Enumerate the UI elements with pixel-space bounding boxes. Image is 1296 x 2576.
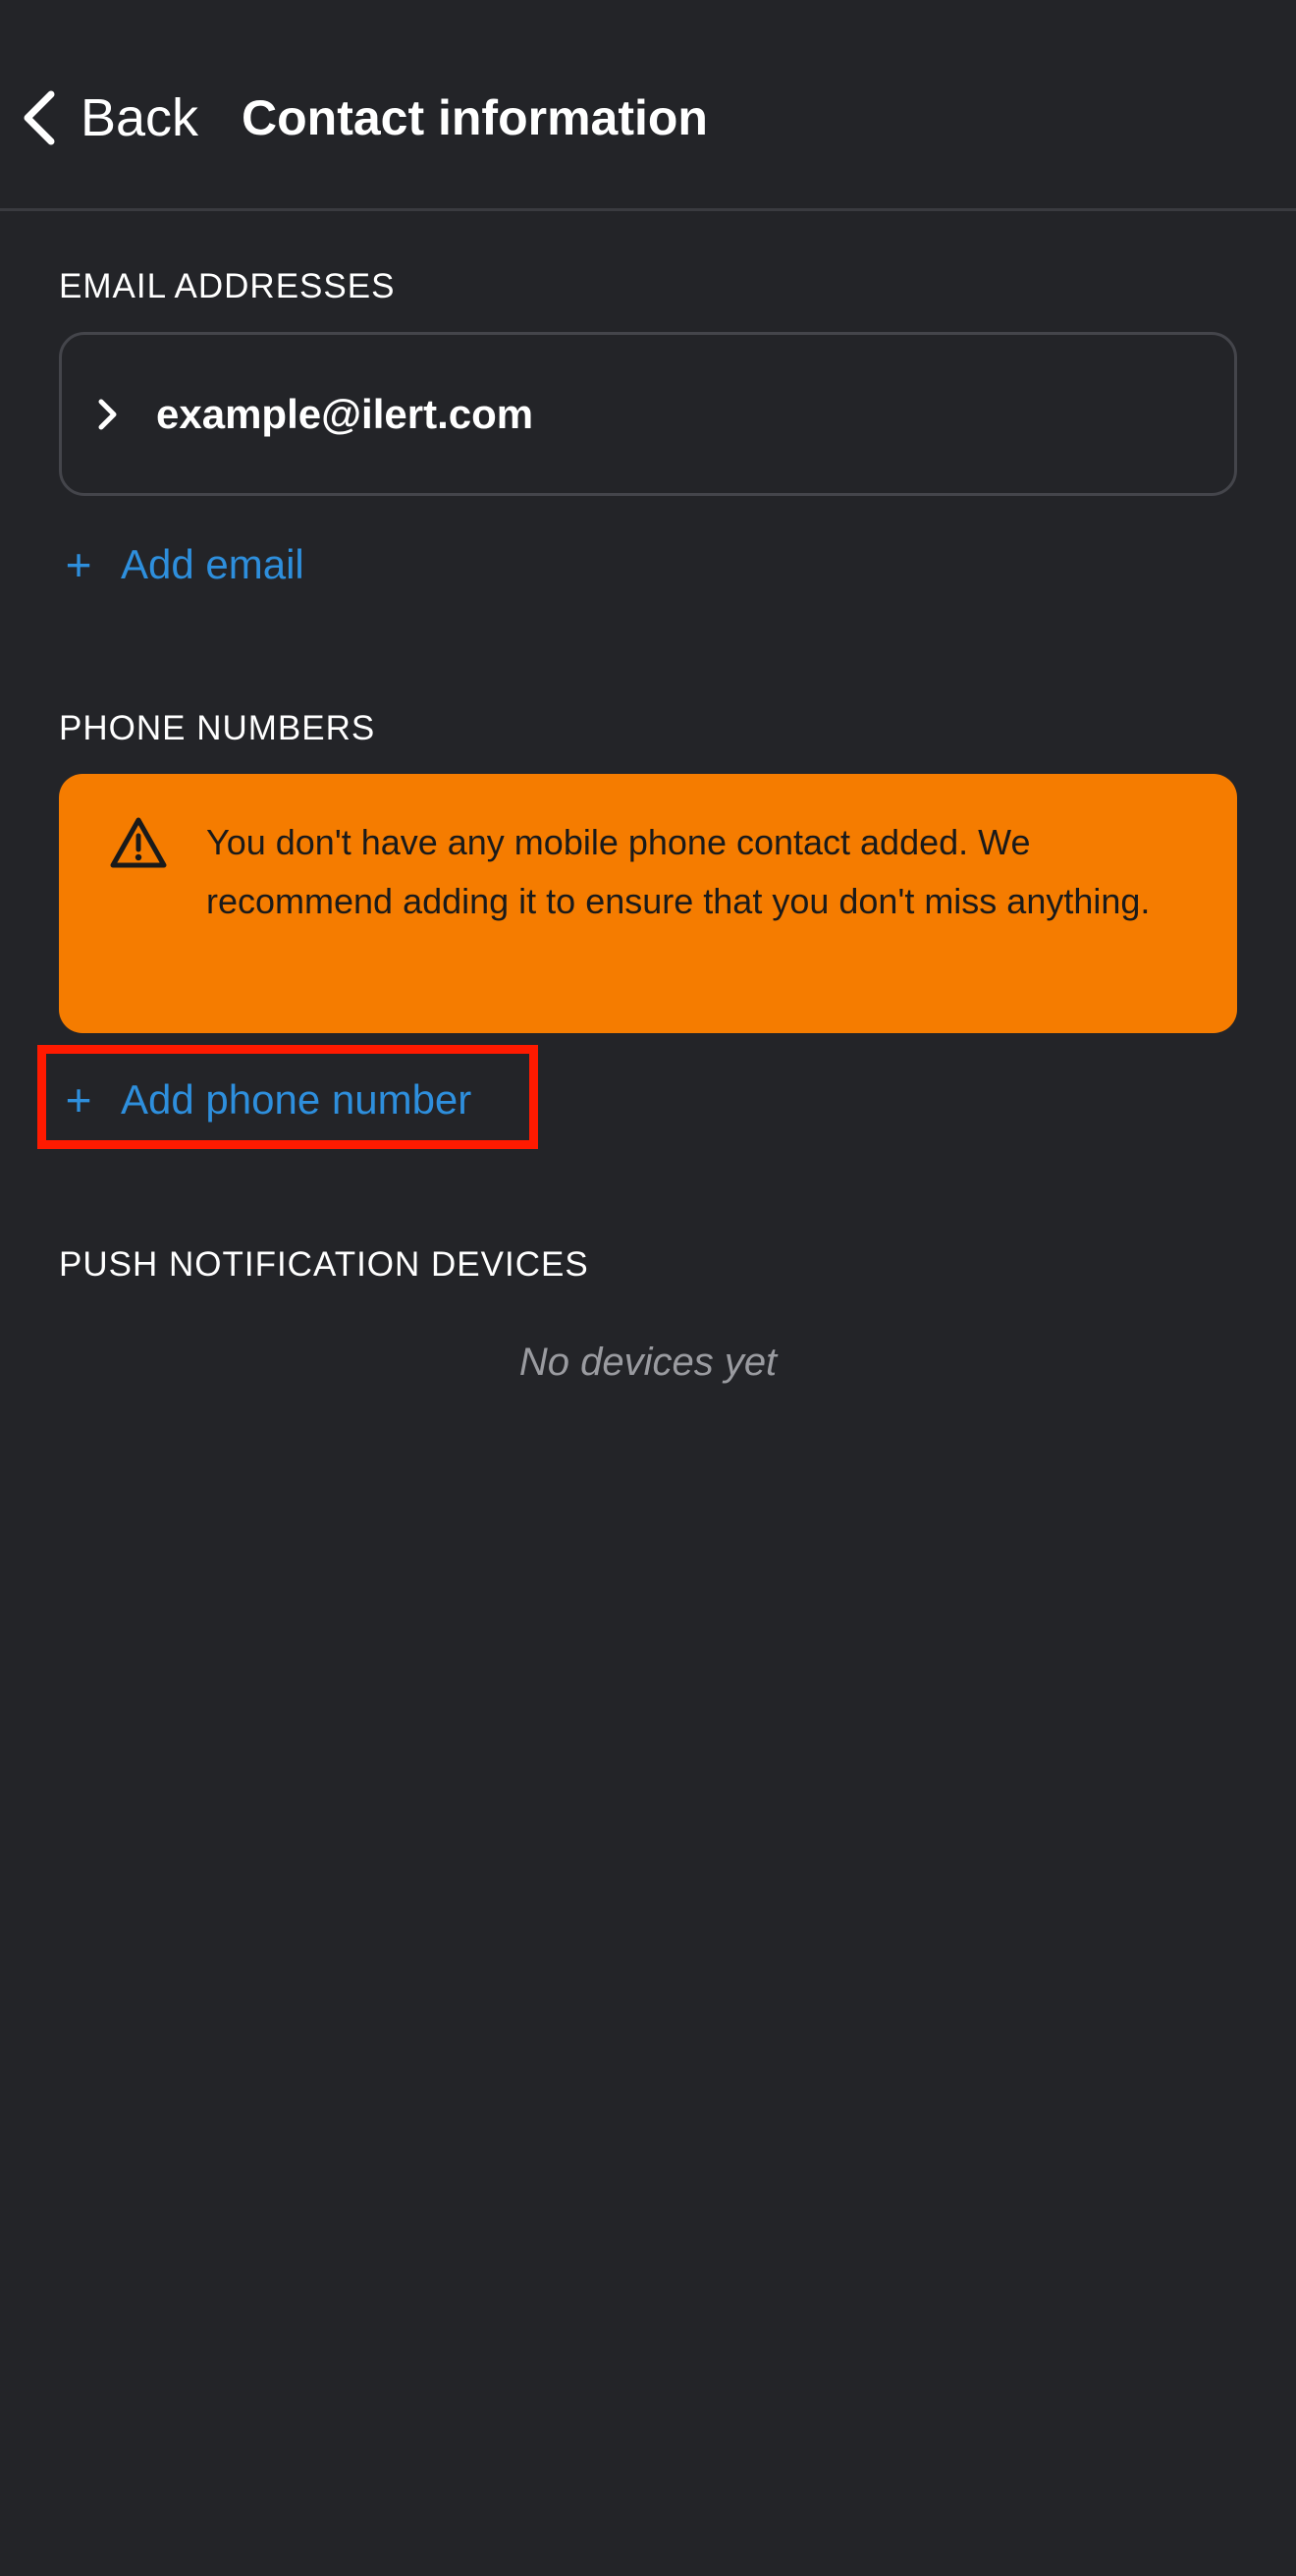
add-email-label: Add email	[121, 541, 304, 587]
phone-section-heading: PHONE NUMBERS	[59, 709, 376, 747]
email-list-item[interactable]: example@ilert.com	[59, 332, 1237, 496]
add-email-button[interactable]: + Add email	[59, 540, 304, 589]
empty-state-text: No devices yet	[518, 1341, 778, 1384]
email-address: example@ilert.com	[156, 390, 534, 437]
page-title: Contact information	[242, 90, 708, 145]
back-label: Back	[81, 88, 199, 147]
push-section-heading: PUSH NOTIFICATION DEVICES	[59, 1245, 589, 1284]
back-button[interactable]: Back	[20, 79, 198, 157]
chevron-left-icon	[24, 90, 55, 145]
chevron-right-icon	[98, 399, 117, 429]
phone-warning-banner: You don't have any mobile phone contact …	[59, 774, 1237, 1033]
email-section-heading: EMAIL ADDRESSES	[59, 267, 396, 305]
plus-icon: +	[65, 539, 92, 590]
warning-message: You don't have any mobile phone contact …	[206, 822, 1151, 921]
navigation-bar: Back Contact information	[0, 0, 1296, 211]
warning-triangle-icon	[110, 817, 167, 868]
highlight-box	[37, 1045, 538, 1149]
